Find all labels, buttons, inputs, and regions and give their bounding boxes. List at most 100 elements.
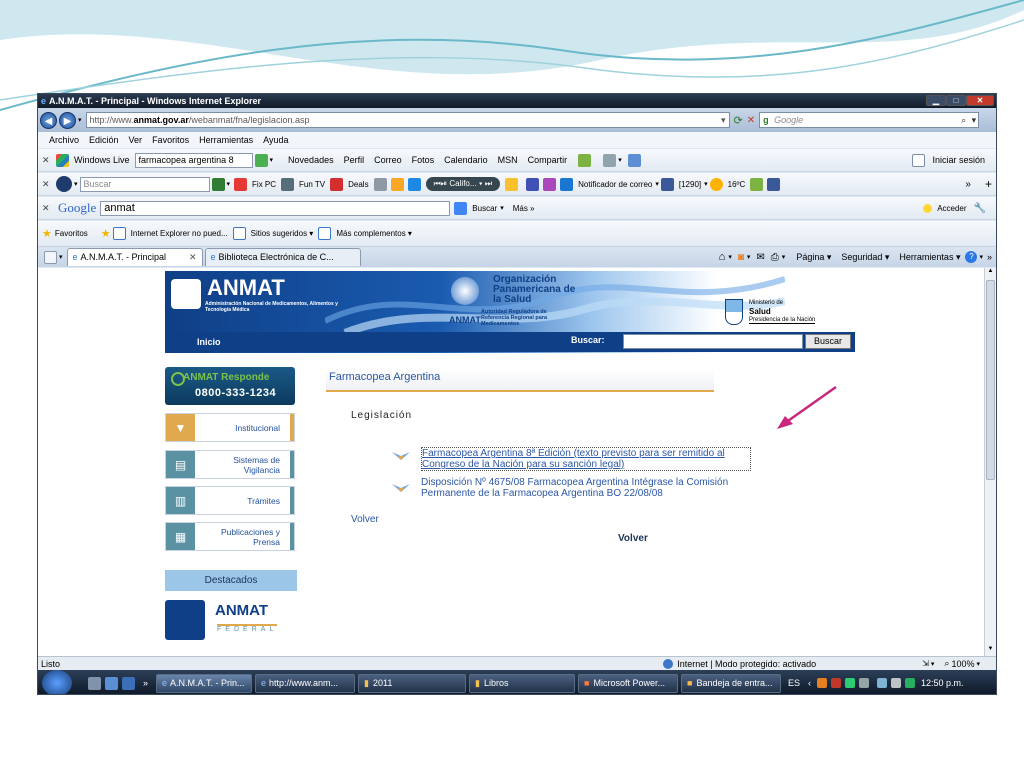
volume-icon[interactable]: [891, 678, 902, 688]
tray-icon-4[interactable]: [859, 678, 870, 688]
close-button[interactable]: ✕: [966, 95, 994, 106]
taskbar-2011[interactable]: ▮ 2011: [358, 673, 467, 693]
ask-search-dropdown-icon[interactable]: ▾: [227, 180, 231, 188]
live-dropdown-icon[interactable]: ▾: [270, 156, 274, 164]
start-button[interactable]: [42, 670, 72, 694]
cmd-overflow-icon[interactable]: »: [987, 252, 992, 262]
tab-list-dropdown-icon[interactable]: ▾: [59, 253, 63, 261]
mail-dropdown-icon[interactable]: ▾: [655, 180, 659, 188]
help-dropdown-icon[interactable]: ▾: [979, 253, 983, 261]
battery-icon[interactable]: [905, 678, 916, 688]
google-signin[interactable]: Acceder: [934, 204, 969, 213]
google-search-dropdown-icon[interactable]: ▾: [500, 204, 504, 212]
ask-weather[interactable]: 16ºC: [725, 180, 749, 189]
add-favorite-icon[interactable]: ★: [101, 227, 111, 240]
messenger-icon[interactable]: [505, 177, 519, 191]
live-signin[interactable]: Iniciar sesión: [927, 155, 990, 165]
ask-dropdown-icon[interactable]: ▾: [74, 180, 78, 188]
clock[interactable]: 12:50 p.m.: [921, 678, 964, 688]
live-novedades[interactable]: Novedades: [283, 155, 339, 165]
quicklaunch-check-icon[interactable]: [122, 676, 135, 690]
protected-mode-icon[interactable]: ⇲: [922, 659, 929, 668]
ask-count[interactable]: [1290]: [676, 180, 704, 189]
menu-archivo[interactable]: Archivo: [44, 135, 84, 145]
volver-link-left[interactable]: Volver: [351, 514, 379, 525]
taskbar-outlook[interactable]: ■ Bandeja de entra...: [681, 673, 782, 693]
window-dropdown-icon[interactable]: ▾: [618, 156, 622, 164]
search-magnifier-icon[interactable]: ⌕: [961, 113, 966, 127]
quicklaunch-icon[interactable]: [105, 676, 118, 690]
menu-edicion[interactable]: Edición: [84, 135, 124, 145]
favorites-button[interactable]: Favoritos: [52, 229, 91, 238]
quick-tabs-icon[interactable]: [44, 250, 57, 264]
live-compartir[interactable]: Compartir: [523, 155, 573, 165]
language-indicator[interactable]: ES: [788, 678, 800, 688]
cmd-seguridad[interactable]: Seguridad ▾: [836, 252, 894, 263]
zoom-level[interactable]: 100%: [951, 659, 974, 669]
ask-mail-notifier[interactable]: Notificador de correo: [575, 180, 655, 189]
home-dropdown-icon[interactable]: ▾: [728, 253, 732, 261]
address-bar[interactable]: http://www.anmat.gov.ar/webanmat/fna/leg…: [85, 112, 730, 128]
vertical-scrollbar[interactable]: ▲ ▼: [984, 268, 996, 656]
cmd-herramientas[interactable]: Herramientas ▾: [894, 252, 965, 263]
toolbar-app-icon-2[interactable]: [390, 177, 404, 191]
quicklaunch-overflow-icon[interactable]: »: [143, 678, 148, 688]
taskbar-http[interactable]: e http://www.anm...: [255, 673, 356, 693]
menu-ver[interactable]: Ver: [124, 135, 148, 145]
live-msn[interactable]: MSN: [493, 155, 523, 165]
menu-herramientas[interactable]: Herramientas: [194, 135, 258, 145]
scroll-up-icon[interactable]: ▲: [985, 268, 996, 278]
close-google-toolbar-icon[interactable]: ✕: [42, 203, 54, 214]
count-dropdown-icon[interactable]: ▾: [704, 180, 708, 188]
site-search-input[interactable]: [623, 334, 803, 349]
site-search-button[interactable]: Buscar: [805, 334, 851, 349]
google-search-input[interactable]: anmat: [100, 200, 451, 216]
anmat-federal-banner[interactable]: ANMAT FEDERAL: [165, 600, 295, 640]
tray-icon-3[interactable]: [845, 678, 856, 688]
taskbar-libros[interactable]: ▮ Libros: [469, 673, 576, 693]
tray-icon-2[interactable]: [831, 678, 842, 688]
sidebar-publicaciones[interactable]: ▦ Publicaciones y Prensa: [165, 522, 295, 551]
volver-link-center[interactable]: Volver: [618, 533, 648, 544]
favorite-more-addons[interactable]: Más complementos ▾: [333, 229, 415, 238]
sidebar-tramites[interactable]: ▥ Trámites: [165, 486, 295, 515]
toolbar-overflow-icon[interactable]: »: [965, 179, 971, 190]
tray-expand-icon[interactable]: ‹: [808, 678, 811, 688]
translate-icon[interactable]: [627, 153, 641, 167]
tab-anmat-principal[interactable]: e A.N.M.A.T. - Principal ✕: [66, 248, 203, 266]
search-box[interactable]: g Google ⌕ ▾: [759, 112, 980, 128]
nav-inicio[interactable]: Inicio: [197, 337, 221, 347]
link-disposicion-4675[interactable]: Disposición Nº 4675/08 Farmacopea Argent…: [421, 477, 761, 499]
feeds-dropdown-icon[interactable]: ▾: [747, 253, 751, 261]
live-search-icon[interactable]: [254, 153, 268, 167]
scroll-thumb[interactable]: [986, 280, 995, 480]
radio-player[interactable]: ⏮⏯ Califo... ▾ ⏭: [425, 177, 501, 191]
anmat-responde-banner[interactable]: ANMAT Responde 0800-333-1234: [165, 367, 295, 405]
favorite-suggested-sites[interactable]: Sitios sugeridos ▾: [248, 229, 317, 238]
screen-icon[interactable]: [526, 177, 540, 191]
toolbar-app-icon[interactable]: [373, 177, 387, 191]
sidebar-institucional[interactable]: ▼ Institucional: [165, 413, 295, 442]
sidebar-vigilancia[interactable]: ▤ Sistemas de Vigilancia: [165, 450, 295, 479]
live-correo[interactable]: Correo: [369, 155, 407, 165]
forward-button[interactable]: ▶: [59, 111, 76, 129]
toolbar-app-icon-3[interactable]: [407, 177, 421, 191]
link-farmacopea-8[interactable]: Farmacopea Argentina 8ª Edición (texto p…: [421, 447, 751, 471]
facebook-icon[interactable]: [767, 177, 781, 191]
read-mail-icon[interactable]: ✉: [756, 252, 764, 263]
live-calendario[interactable]: Calendario: [439, 155, 493, 165]
taskbar-anmat[interactable]: e A.N.M.A.T. - Prin...: [156, 673, 253, 693]
print-dropdown-icon[interactable]: ▾: [782, 253, 786, 261]
print-icon[interactable]: ⎙: [771, 252, 779, 263]
refresh-icon[interactable]: ⟳: [734, 114, 743, 127]
menu-favoritos[interactable]: Favoritos: [147, 135, 194, 145]
window-icon[interactable]: [603, 153, 617, 167]
edit-icon[interactable]: [578, 153, 592, 167]
show-desktop-icon[interactable]: [88, 676, 101, 690]
stop-icon[interactable]: ✕: [747, 115, 755, 126]
ask-deals[interactable]: Deals: [345, 180, 371, 189]
ask-search-input[interactable]: Buscar: [79, 176, 210, 192]
network-icon[interactable]: [877, 678, 888, 688]
add-toolbar-icon[interactable]: +: [985, 177, 992, 191]
game-icon[interactable]: [543, 177, 557, 191]
